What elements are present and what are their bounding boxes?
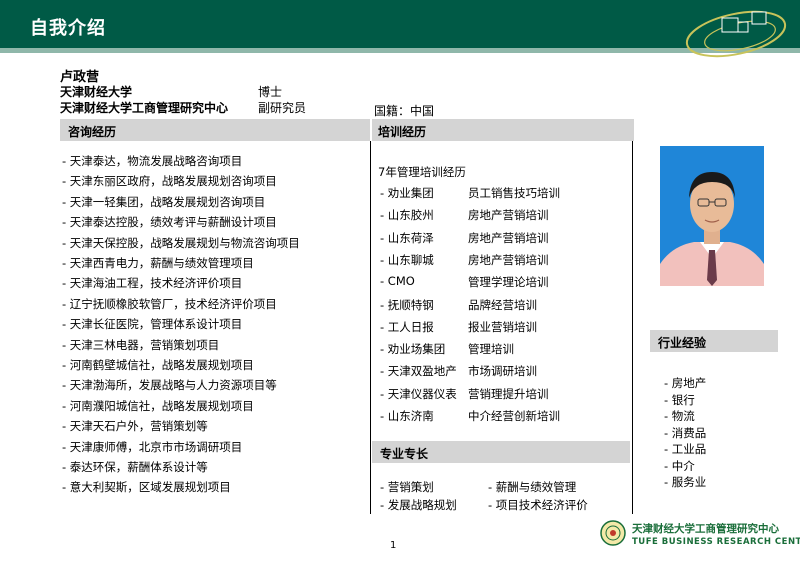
- portrait-photo: [660, 146, 764, 286]
- training-course: 管理培训: [468, 342, 514, 357]
- list-item: - 中介: [664, 458, 695, 473]
- training-course: 管理学理论培训: [468, 275, 549, 290]
- list-item: - 天津渤海所，发展战略与人力资源项目等: [62, 378, 277, 393]
- list-item: - 天津西青电力，薪酬与绩效管理项目: [62, 256, 254, 270]
- list-item: - 泰达环保，薪酬体系设计等: [62, 460, 208, 474]
- list-item: - 消费品: [664, 425, 707, 440]
- person-org-2: 天津财经大学工商管理研究中心: [60, 101, 229, 115]
- list-item: - 意大利契斯，区域发展规划项目: [62, 480, 231, 495]
- list-item: - 河南鹤壁城信社，战略发展规划项目: [62, 358, 254, 372]
- training-org: - 山东胶州: [380, 208, 434, 223]
- training-course: 报业营销培训: [468, 319, 537, 334]
- training-course: 营销理提升培训: [468, 386, 549, 401]
- training-course: 市场调研培训: [468, 364, 537, 379]
- decorative-swirl-icon: [685, 10, 787, 58]
- training-course: 中介经营创新培训: [468, 409, 560, 423]
- expertise-band: 专业专长: [372, 441, 630, 463]
- footer-logo-en: TUFE BUSINESS RESEARCH CENTER: [632, 537, 800, 547]
- training-course: 员工销售技巧培训: [468, 186, 560, 200]
- page-title: 自我介绍: [30, 18, 106, 39]
- list-item: - 天津三林电器，营销策划项目: [62, 337, 220, 352]
- footer-logo-cn: 天津财经大学工商管理研究中心: [632, 523, 779, 535]
- training-org: - 山东荷泽: [380, 230, 434, 245]
- training-intro: 7年管理培训经历: [378, 165, 466, 179]
- list-item: - 服务业: [664, 475, 707, 489]
- expertise-item: - 发展战略规划: [380, 498, 457, 512]
- person-nationality: 国籍：中国: [374, 104, 435, 118]
- list-item: - 房地产: [664, 376, 707, 390]
- list-item: - 天津海油工程，技术经济评价项目: [62, 276, 243, 291]
- list-item: - 天津东丽区政府，战略发展规划咨询项目: [62, 174, 277, 189]
- list-item: - 工业品: [664, 442, 707, 456]
- industry-band: 行业经验: [650, 330, 778, 352]
- column-divider-right: [632, 141, 633, 514]
- expertise-item: - 薪酬与绩效管理: [488, 480, 577, 494]
- industry-heading: 行业经验: [658, 336, 707, 350]
- training-org: - 劝业集团: [380, 186, 434, 200]
- consulting-band: 咨询经历: [60, 119, 370, 141]
- list-item: - 天津天石户外，营销策划等: [62, 419, 208, 434]
- expertise-item: - 营销策划: [380, 480, 434, 494]
- page-number: 1: [390, 540, 397, 551]
- list-item: - 河南濮阳城信社，战略发展规划项目: [62, 398, 254, 413]
- list-item: - 银行: [664, 392, 695, 407]
- training-org: - 天津仪器仪表: [380, 386, 457, 401]
- person-degree: 博士: [258, 85, 283, 99]
- training-org: - 劝业场集团: [380, 342, 446, 357]
- expertise-heading: 专业专长: [380, 447, 429, 461]
- training-band: 培训经历: [372, 119, 634, 141]
- list-item: - 天津一轻集团，战略发展规划咨询项目: [62, 194, 266, 209]
- training-org: - 天津双盈地产: [380, 364, 457, 379]
- university-seal-icon: [600, 520, 626, 546]
- training-org: - 山东济南: [380, 409, 434, 423]
- training-org: - 抚顺特钢: [380, 297, 434, 312]
- training-org: - CMO: [380, 274, 415, 289]
- training-heading: 培训经历: [378, 125, 427, 139]
- list-item: - 物流: [664, 409, 695, 423]
- list-item: - 天津泰达，物流发展战略咨询项目: [62, 154, 243, 168]
- training-org: - 工人日报: [380, 319, 434, 334]
- list-item: - 天津泰达控股，绩效考评与薪酬设计项目: [62, 215, 277, 230]
- list-item: - 天津康师傅，北京市市场调研项目: [62, 439, 243, 454]
- training-org: - 山东聊城: [380, 252, 434, 267]
- training-course: 房地产营销培训: [468, 230, 549, 245]
- training-course: 品牌经营培训: [468, 297, 537, 312]
- list-item: - 天津天保控股，战略发展规划与物流咨询项目: [62, 235, 300, 250]
- list-item: - 辽宁抚顺橡胶软管厂，技术经济评价项目: [62, 296, 277, 311]
- person-position: 副研究员: [258, 101, 307, 115]
- training-course: 房地产营销培训: [468, 208, 549, 223]
- training-course: 房地产营销培训: [468, 252, 549, 267]
- expertise-item: - 项目技术经济评价: [488, 498, 588, 512]
- column-divider-left: [370, 141, 371, 514]
- person-org-1: 天津财经大学: [60, 85, 133, 99]
- list-item: - 天津长征医院，管理体系设计项目: [62, 317, 243, 332]
- consulting-heading: 咨询经历: [68, 125, 117, 139]
